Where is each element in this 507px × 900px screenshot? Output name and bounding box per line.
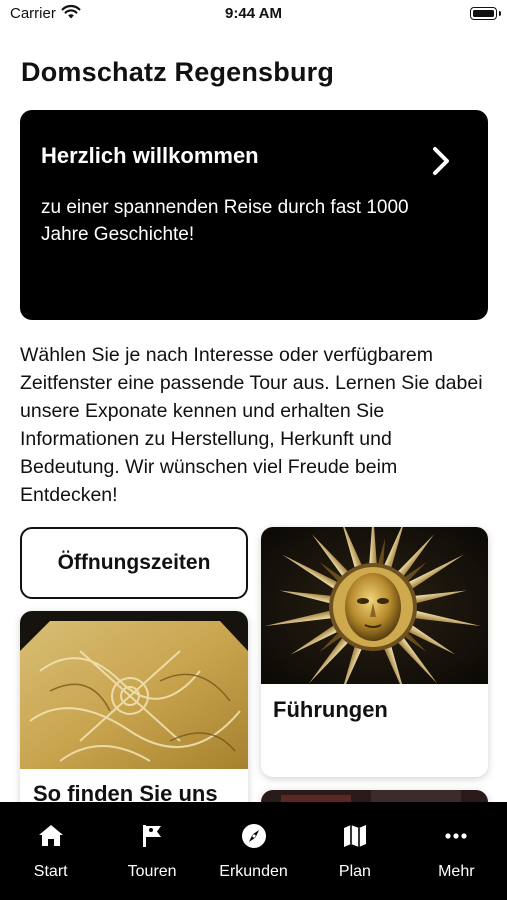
tab-erkunden-label: Erkunden	[219, 863, 288, 880]
home-icon	[38, 825, 63, 846]
chevron-right-icon	[433, 147, 449, 175]
page-title: Domschatz Regensburg	[21, 57, 335, 87]
tab-start[interactable]: Start	[0, 802, 101, 900]
tab-plan[interactable]: Plan	[304, 802, 405, 900]
gold-embroidered-textile-image	[20, 611, 248, 769]
status-bar: Carrier 9:44 AM	[0, 0, 507, 30]
battery-icon	[470, 7, 501, 20]
welcome-card[interactable]: Herzlich willkommen zu einer spannenden …	[20, 110, 488, 320]
map-icon	[343, 825, 366, 847]
flag-icon	[143, 825, 162, 847]
tab-plan-label: Plan	[338, 863, 371, 880]
golden-sun-monstrance-image	[261, 527, 488, 684]
tab-erkunden[interactable]: Erkunden	[203, 802, 304, 900]
welcome-text: zu einer spannenden Reise durch fast 100…	[41, 197, 409, 245]
clock: 9:44 AM	[225, 5, 282, 22]
guided-tours-tile[interactable]: Führungen	[261, 527, 488, 777]
compass-icon	[241, 824, 266, 848]
tab-mehr-label: Mehr	[438, 863, 475, 880]
tab-bar: Start Touren Erkunden Plan Mehr	[0, 802, 507, 900]
opening-hours-label: Öffnungszeiten	[57, 551, 211, 574]
welcome-title: Herzlich willkommen	[41, 143, 259, 168]
tab-touren-label: Touren	[127, 863, 177, 880]
tab-mehr[interactable]: Mehr	[406, 802, 507, 900]
more-icon	[445, 833, 467, 839]
opening-hours-button[interactable]: Öffnungszeiten	[20, 527, 248, 599]
tab-touren[interactable]: Touren	[101, 802, 202, 900]
guided-tours-label: Führungen	[273, 697, 388, 722]
intro-text: Wählen Sie je nach Interesse oder verfüg…	[20, 344, 483, 506]
tab-start-label: Start	[33, 863, 68, 880]
